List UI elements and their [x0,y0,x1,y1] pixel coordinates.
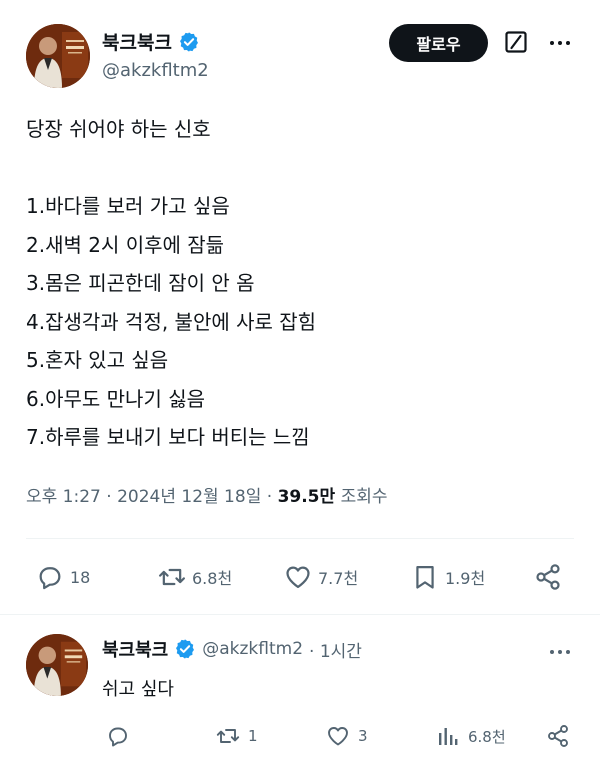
reply-author-handle[interactable]: @akzkfltm2 [202,639,303,659]
author-display-name[interactable]: 북크북크 [102,28,172,55]
tweet-line: 당장 쉬어야 하는 신호 [26,117,211,141]
repost-button[interactable]: 6.8천 [158,563,232,591]
like-count: 7.7천 [318,569,359,588]
tweet-meta: 오후 1:27 · 2024년 12월 18일 · 39.5만 조회수 [26,482,387,507]
heart-icon [326,724,350,748]
views-count: 39.5만 [277,487,336,507]
reply-author-display-name[interactable]: 북크북크 [102,636,168,662]
tweet-line: 2.새벽 2시 이후에 잠듦 [26,232,225,257]
share-icon[interactable] [534,563,562,591]
author-handle[interactable]: @akzkfltm2 [102,60,209,81]
tweet-line: 1.바다를 보러 가고 싶음 [26,194,230,218]
like-button[interactable]: 7.7천 [284,563,358,591]
bookmark-icon [411,563,439,591]
reply-text: 쉬고 싶다 [102,679,174,700]
reply-like-button[interactable]: 3 [326,724,368,748]
tweet-line: 3.몸은 피곤한데 잠이 안 옴 [26,271,255,295]
reply-count: 18 [70,567,91,587]
verified-badge-icon [174,638,196,660]
author-avatar[interactable] [26,24,90,88]
reply-author-avatar[interactable] [26,634,88,696]
repost-count: 6.8천 [192,569,233,588]
verified-badge-icon [178,31,200,53]
tweet-date[interactable]: 2024년 12월 18일 [117,487,261,507]
analytics-icon [436,724,460,748]
tweet-time[interactable]: 오후 1:27 [26,487,101,507]
reply-time[interactable]: · 1시간 [309,637,362,662]
follow-button[interactable]: 팔로우 [389,24,488,62]
reply-like-count: 3 [358,727,368,745]
grok-icon[interactable] [504,30,528,54]
reply-icon [36,563,64,591]
heart-icon [284,563,312,591]
reply-repost-button[interactable]: 1 [216,724,258,748]
repost-icon [216,724,240,748]
reply-reply-button[interactable] [106,724,138,748]
meta-separator: · [266,487,273,507]
reply-views-button[interactable]: 6.8천 [436,724,506,748]
divider [0,614,600,615]
meta-separator: · [106,487,112,507]
reply-icon [106,724,130,748]
tweet-line: 4.잡생각과 걱정, 불안에 사로 잡힘 [26,309,317,334]
divider [26,538,574,539]
repost-icon [158,563,186,591]
bookmark-count: 1.9천 [445,569,486,588]
tweet-text: 당장 쉬어야 하는 신호 1.바다를 보러 가고 싶음 2.새벽 2시 이후에 … [26,110,586,457]
reply-views-count: 6.8천 [468,727,506,746]
reply-more-options-icon[interactable] [548,640,572,664]
views-label: 조회수 [340,487,388,507]
tweet-line: 6.아무도 만나기 싫음 [26,386,205,411]
reply-button[interactable]: 18 [36,563,90,591]
bookmark-button[interactable]: 1.9천 [411,563,485,591]
reply-share-icon[interactable] [546,724,570,748]
tweet-line: 5.혼자 있고 싶음 [26,348,169,372]
more-options-icon[interactable] [548,31,572,55]
reply-repost-count: 1 [248,727,258,745]
tweet-line: 7.하루를 보내기 보다 버티는 느낌 [26,425,310,449]
